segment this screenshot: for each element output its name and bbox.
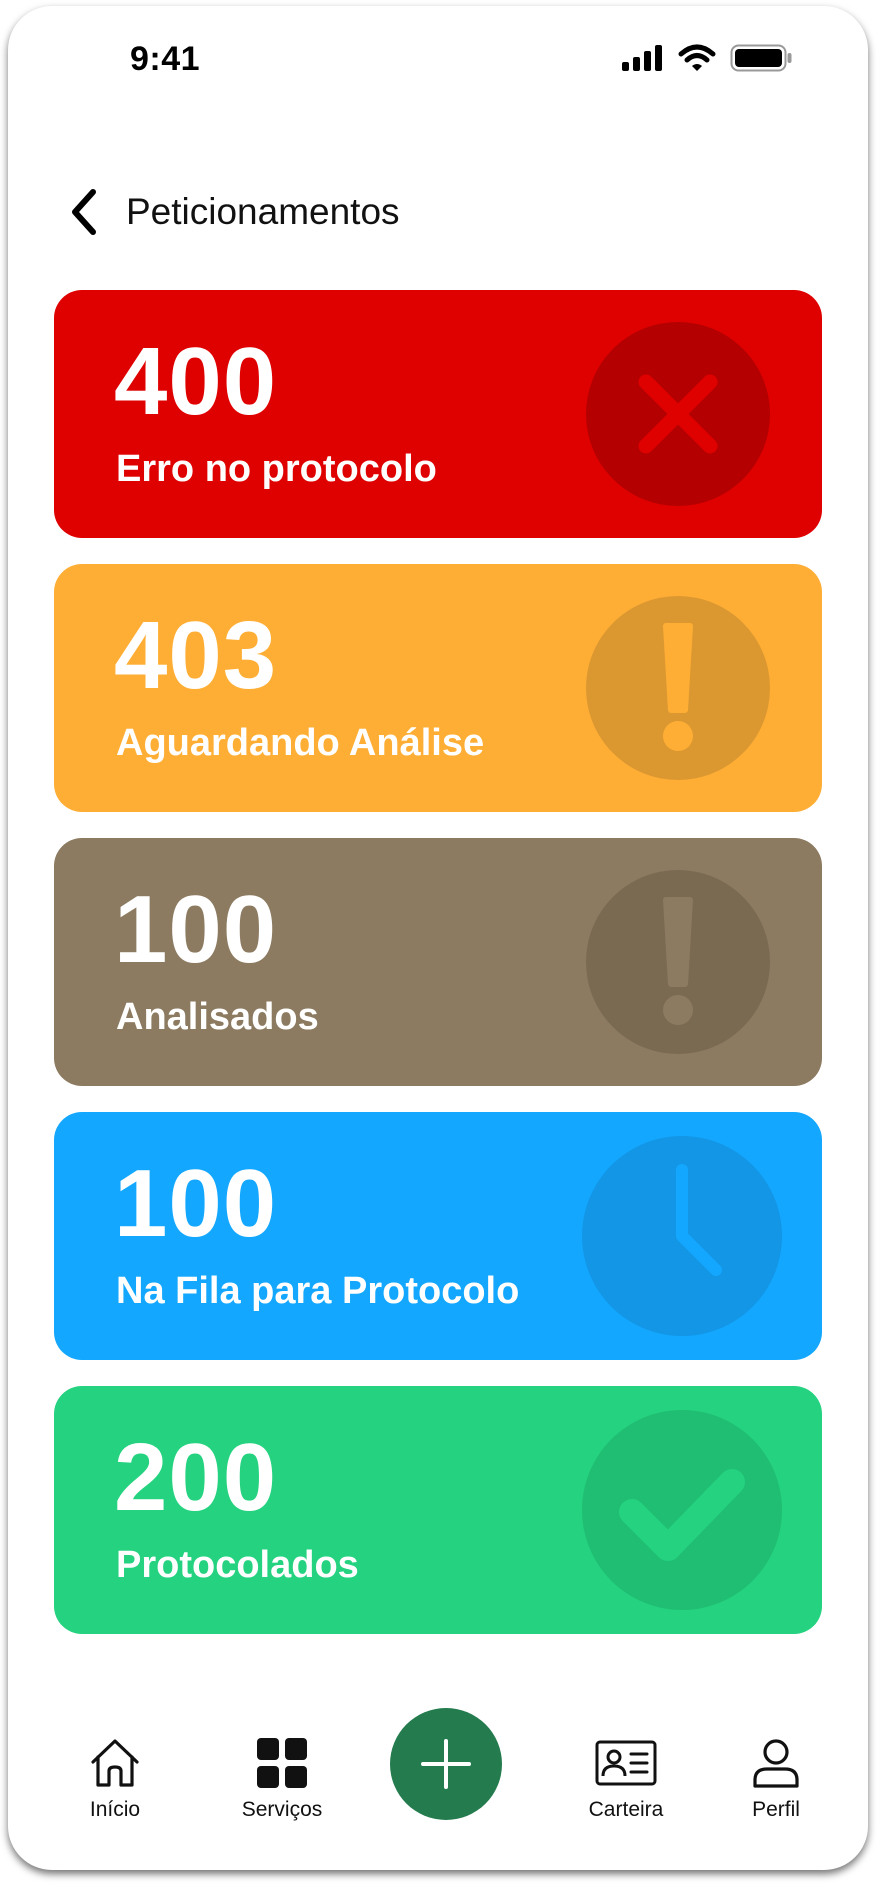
- home-icon: [91, 1739, 139, 1787]
- grid-icon: [257, 1738, 307, 1788]
- id-card-icon: [595, 1740, 657, 1786]
- status-card-filed[interactable]: 200 Protocolados: [54, 1386, 822, 1634]
- back-button[interactable]: [58, 176, 108, 248]
- nav-item-services[interactable]: Serviços: [222, 1736, 342, 1822]
- clock-icon: [582, 1136, 782, 1336]
- signal-icon: [622, 45, 662, 71]
- status-time: 9:41: [130, 40, 201, 78]
- phone-screen: 9:41 Peticionamentos 400 Erro no protoco…: [8, 6, 868, 1870]
- bottom-nav: Início Serviços Carteira Perfil: [8, 1696, 868, 1836]
- nav-label: Carteira: [588, 1798, 664, 1821]
- card-count: 100: [114, 876, 278, 983]
- status-icons: [622, 44, 792, 72]
- nav-item-profile[interactable]: Perfil: [726, 1736, 826, 1822]
- nav-label: Início: [89, 1798, 141, 1821]
- card-label: Analisados: [116, 996, 319, 1038]
- status-card-pending[interactable]: 403 Aguardando Análise: [54, 564, 822, 812]
- nav-label: Perfil: [752, 1798, 800, 1821]
- plus-icon: [421, 1739, 471, 1789]
- card-label: Erro no protocolo: [116, 448, 437, 490]
- exclamation-icon: [586, 870, 770, 1054]
- card-count: 400: [114, 328, 278, 435]
- card-count: 403: [114, 602, 278, 709]
- page-header: Peticionamentos: [58, 176, 400, 248]
- user-icon: [753, 1739, 799, 1788]
- card-count: 200: [114, 1424, 278, 1531]
- status-card-analyzed[interactable]: 100 Analisados: [54, 838, 822, 1086]
- battery-icon: [730, 44, 792, 72]
- status-card-error[interactable]: 400 Erro no protocolo: [54, 290, 822, 538]
- check-icon: [582, 1410, 782, 1610]
- close-icon: [586, 322, 770, 506]
- exclamation-icon: [586, 596, 770, 780]
- chevron-left-icon: [72, 189, 96, 235]
- status-card-queue[interactable]: 100 Na Fila para Protocolo: [54, 1112, 822, 1360]
- page-title: Peticionamentos: [126, 191, 400, 232]
- card-count: 100: [114, 1150, 278, 1257]
- status-bar: 9:41: [8, 6, 868, 116]
- nav-label: Serviços: [241, 1798, 323, 1821]
- nav-item-wallet[interactable]: Carteira: [566, 1736, 686, 1822]
- add-button[interactable]: [390, 1708, 502, 1820]
- wifi-icon: [678, 44, 716, 71]
- card-label: Protocolados: [116, 1544, 359, 1586]
- card-label: Aguardando Análise: [116, 722, 485, 764]
- card-label: Na Fila para Protocolo: [116, 1270, 520, 1312]
- nav-item-home[interactable]: Início: [60, 1736, 170, 1822]
